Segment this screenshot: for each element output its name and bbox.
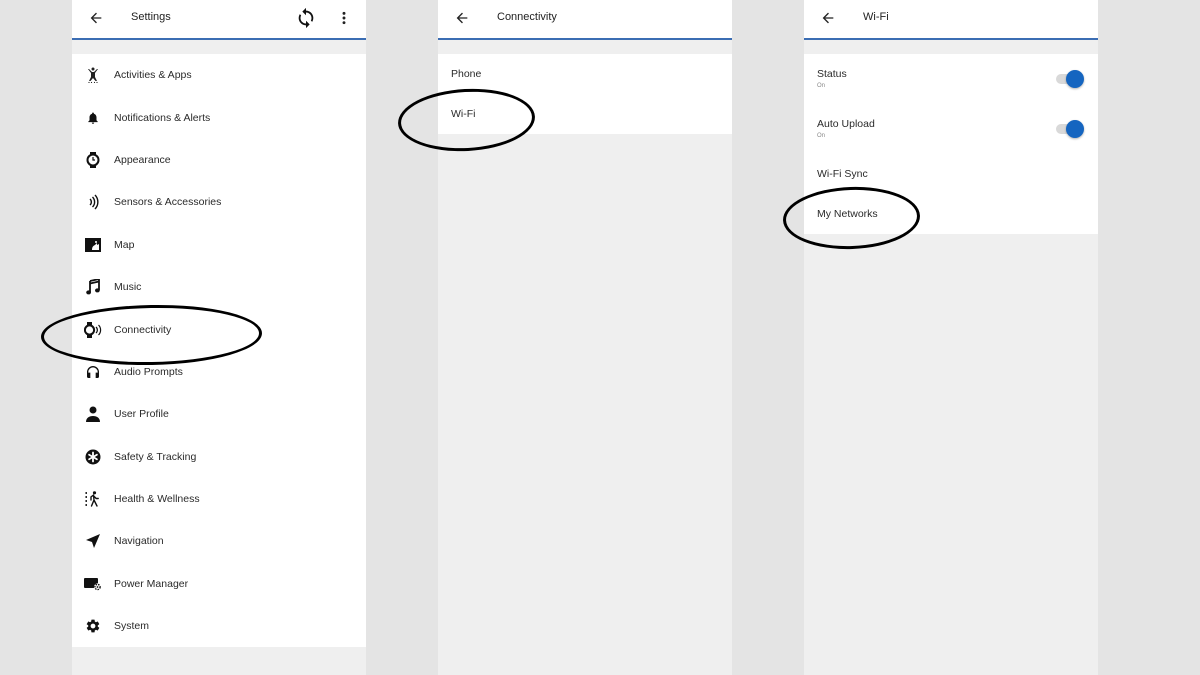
headphones-icon xyxy=(84,363,102,381)
page-title: Wi-Fi xyxy=(863,11,889,23)
settings-item-audio-prompts[interactable]: Audio Prompts xyxy=(72,351,366,393)
status-toggle[interactable] xyxy=(1056,70,1084,88)
back-button[interactable] xyxy=(86,8,106,28)
settings-item-label: Map xyxy=(114,238,135,251)
settings-list: Activities & Apps Notifications & Alerts… xyxy=(72,54,366,648)
toggle-thumb xyxy=(1066,120,1084,138)
settings-item-label: Safety & Tracking xyxy=(114,450,197,463)
page-title: Settings xyxy=(131,11,171,23)
settings-item-map[interactable]: Map xyxy=(72,224,366,266)
more-vert-icon xyxy=(342,11,346,25)
settings-item-safety-tracking[interactable]: Safety & Tracking xyxy=(72,436,366,478)
settings-item-health-wellness[interactable]: Health & Wellness xyxy=(72,478,366,520)
connectivity-list: Phone Wi-Fi xyxy=(438,54,732,134)
walking-icon xyxy=(84,490,102,508)
wifi-item-my-networks[interactable]: My Networks xyxy=(804,194,1098,234)
connectivity-screen: Connectivity Phone Wi-Fi xyxy=(438,0,732,675)
settings-item-appearance[interactable]: Appearance xyxy=(72,139,366,181)
music-note-icon xyxy=(84,278,102,296)
person-icon xyxy=(84,405,102,423)
settings-item-label: Sensors & Accessories xyxy=(114,196,222,209)
page-title: Connectivity xyxy=(497,11,557,23)
settings-item-connectivity[interactable]: Connectivity xyxy=(72,308,366,350)
safety-asterisk-icon xyxy=(84,448,102,466)
watch-connectivity-icon xyxy=(84,321,102,339)
arrow-left-icon xyxy=(90,12,102,24)
more-options-button[interactable] xyxy=(332,6,356,30)
activities-icon xyxy=(84,66,102,84)
toggle-label: Status xyxy=(817,68,847,80)
arrow-left-icon xyxy=(456,12,468,24)
back-button[interactable] xyxy=(818,8,838,28)
settings-item-music[interactable]: Music xyxy=(72,266,366,308)
toggle-state-text: On xyxy=(817,83,826,89)
connectivity-app-bar: Connectivity xyxy=(438,0,732,40)
wifi-app-bar: Wi-Fi xyxy=(804,0,1098,40)
settings-item-label: System xyxy=(114,620,150,633)
connectivity-item-phone[interactable]: Phone xyxy=(438,54,732,94)
map-icon xyxy=(84,236,102,254)
settings-item-user-profile[interactable]: User Profile xyxy=(72,393,366,435)
settings-item-navigation[interactable]: Navigation xyxy=(72,520,366,562)
settings-screen: Settings Activities & Apps Notifications… xyxy=(72,0,366,675)
settings-item-label: User Profile xyxy=(114,408,169,421)
sensor-waves-icon xyxy=(84,193,102,211)
bell-icon xyxy=(84,109,102,127)
settings-item-label: Health & Wellness xyxy=(114,493,200,506)
toggle-thumb xyxy=(1066,70,1084,88)
settings-item-system[interactable]: System xyxy=(72,605,366,647)
wifi-status-row[interactable]: Status On xyxy=(804,54,1098,104)
settings-item-label: Music xyxy=(114,281,142,294)
toggle-label: Auto Upload xyxy=(817,118,875,130)
wifi-screen: Wi-Fi Status On Auto Upload On Wi-Fi Syn… xyxy=(804,0,1098,675)
settings-item-label: Activities & Apps xyxy=(114,69,192,82)
auto-upload-row[interactable]: Auto Upload On xyxy=(804,104,1098,154)
wifi-item-wifi-sync[interactable]: Wi-Fi Sync xyxy=(804,154,1098,194)
settings-item-label: Power Manager xyxy=(114,577,189,590)
settings-item-sensors-accessories[interactable]: Sensors & Accessories xyxy=(72,181,366,223)
back-button[interactable] xyxy=(452,8,472,28)
settings-item-label: Notifications & Alerts xyxy=(114,111,211,124)
arrow-left-icon xyxy=(822,12,834,24)
navigation-arrow-icon xyxy=(84,532,102,550)
sync-icon xyxy=(298,7,314,29)
settings-item-label: Navigation xyxy=(114,535,164,548)
watch-icon xyxy=(84,151,102,169)
settings-item-label: Audio Prompts xyxy=(114,365,183,378)
wifi-list: Status On Auto Upload On Wi-Fi Sync My N… xyxy=(804,54,1098,234)
toggle-state-text: On xyxy=(817,133,826,139)
settings-item-activities-apps[interactable]: Activities & Apps xyxy=(72,54,366,96)
power-manager-icon xyxy=(84,575,102,593)
settings-item-label: Appearance xyxy=(114,153,171,166)
sync-button[interactable] xyxy=(294,6,318,30)
settings-app-bar: Settings xyxy=(72,0,366,40)
settings-item-power-manager[interactable]: Power Manager xyxy=(72,563,366,605)
connectivity-item-wifi[interactable]: Wi-Fi xyxy=(438,94,732,134)
auto-upload-toggle[interactable] xyxy=(1056,120,1084,138)
settings-item-notifications-alerts[interactable]: Notifications & Alerts xyxy=(72,96,366,138)
gear-icon xyxy=(84,617,102,635)
settings-item-label: Connectivity xyxy=(114,323,172,336)
